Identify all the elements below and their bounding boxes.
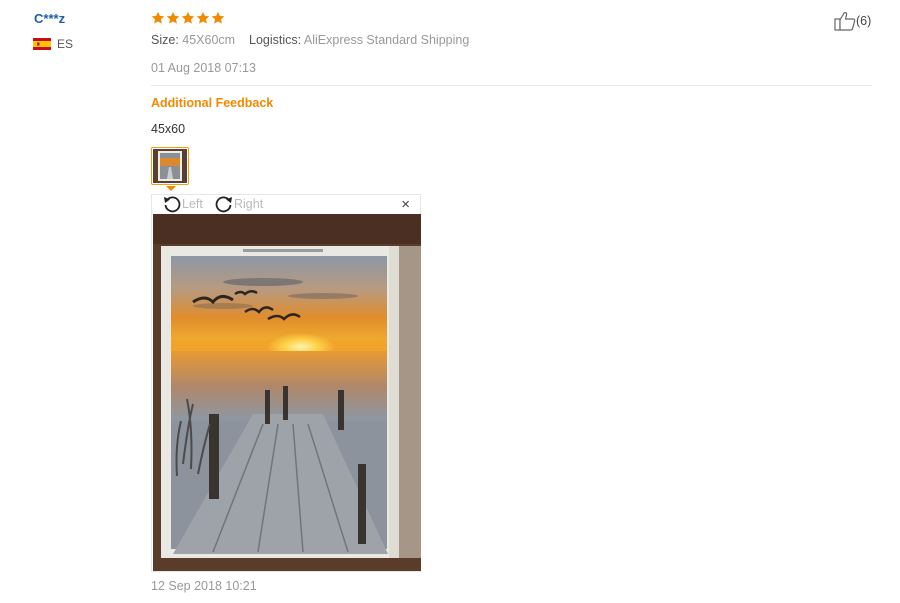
star-icon: [211, 11, 225, 24]
helpful-count: (6): [856, 14, 872, 28]
logistics-label: Logistics:: [249, 33, 302, 47]
review-date: 01 Aug 2018 07:13: [151, 61, 256, 75]
rotate-left-icon: [164, 196, 181, 213]
order-info: Size: 45X60cm Logistics: AliExpress Stan…: [151, 33, 469, 47]
additional-feedback-text: 45x60: [151, 122, 186, 136]
star-icon: [181, 11, 195, 24]
rotate-right-button[interactable]: Right: [214, 195, 263, 213]
reviewer-name: C***z: [34, 11, 66, 26]
rotate-right-icon: [215, 196, 232, 213]
thumbnail-pointer: [166, 186, 176, 191]
star-icon: [151, 11, 165, 24]
rating-stars: [151, 11, 225, 27]
reviewer-country: ES: [57, 37, 74, 51]
helpful-button[interactable]: (6): [834, 11, 871, 31]
viewer-toolbar: Left Right ×: [152, 195, 420, 214]
feedback-photo: [153, 214, 421, 571]
size-value: 45X60cm: [182, 33, 236, 47]
rotate-left-button[interactable]: Left: [162, 195, 203, 213]
divider: [151, 85, 872, 86]
feedback-image-thumbnail[interactable]: [151, 147, 189, 185]
star-icon: [166, 11, 180, 24]
thumbnail-image: [153, 149, 187, 183]
close-viewer-button[interactable]: ×: [401, 196, 410, 213]
rotate-left-label: Left: [182, 197, 203, 211]
spain-flag-icon: [33, 38, 51, 50]
thumbs-up-icon: [834, 12, 856, 31]
image-viewer: Left Right ×: [151, 194, 421, 572]
additional-feedback-date: 12 Sep 2018 10:21: [151, 579, 257, 593]
size-label: Size:: [151, 33, 179, 47]
star-icon: [196, 11, 210, 24]
additional-feedback-title: Additional Feedback: [151, 96, 274, 110]
rotate-right-label: Right: [234, 197, 264, 211]
logistics-value: AliExpress Standard Shipping: [303, 33, 470, 47]
